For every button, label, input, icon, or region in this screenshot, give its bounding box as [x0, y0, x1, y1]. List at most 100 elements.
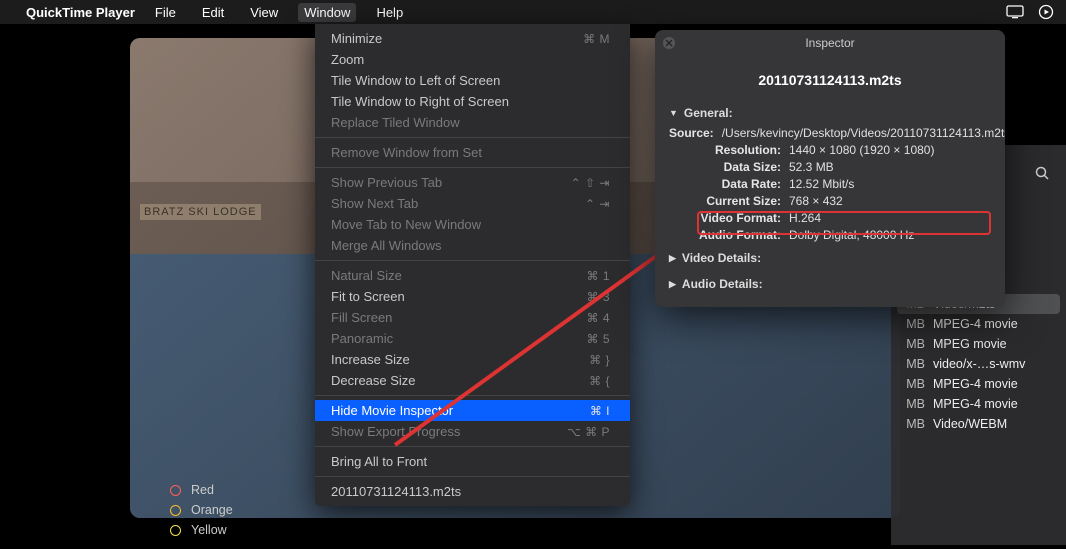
- file-kind: MPEG-4 movie: [933, 317, 1054, 331]
- menu-item-label: Merge All Windows: [331, 238, 442, 253]
- file-kind: MPEG-4 movie: [933, 377, 1054, 391]
- inspector-value: 12.52 Mbit/s: [789, 177, 991, 191]
- general-heading: General:: [684, 106, 733, 120]
- menu-item: Fill Screen ⌘ 4: [315, 307, 630, 328]
- menu-item: Panoramic⌘ 5: [315, 328, 630, 349]
- menu-item: Replace Tiled Window: [315, 112, 630, 133]
- menu-item-label: 20110731124113.m2ts: [331, 484, 461, 499]
- finder-row[interactable]: MB Video/WEBM: [891, 414, 1066, 434]
- menu-item[interactable]: 20110731124113.m2ts: [315, 481, 630, 502]
- menu-item-shortcut: ⌘ 5: [586, 332, 610, 346]
- menu-item: Show Next Tab⌃ ⇥: [315, 193, 630, 214]
- file-kind: Video/WEBM: [933, 417, 1054, 431]
- file-kind: MPEG-4 movie: [933, 397, 1054, 411]
- menu-item[interactable]: Zoom: [315, 49, 630, 70]
- inspector-value: Dolby Digital, 48000 Hz: [789, 228, 991, 242]
- menu-item-label: Minimize: [331, 31, 382, 46]
- file-size: MB: [897, 397, 925, 411]
- inspector-value: H.264: [789, 211, 991, 225]
- window-menu-dropdown: Minimize ⌘ M Zoom Tile Window to Left of Sc…: [315, 24, 630, 506]
- menu-item[interactable]: Tile Window to Right of Screen: [315, 91, 630, 112]
- menu-item: Move Tab to New Window: [315, 214, 630, 235]
- file-kind: MPEG movie: [933, 337, 1054, 351]
- menu-item-label: Increase Size: [331, 352, 410, 367]
- video-details-disclosure[interactable]: ▶ Video Details:: [669, 247, 991, 269]
- inspector-key: Source:: [669, 126, 722, 140]
- menu-item[interactable]: Bring All to Front: [315, 451, 630, 472]
- menu-item[interactable]: Hide Movie Inspector⌘ I: [315, 400, 630, 421]
- finder-row[interactable]: MB MPEG movie: [891, 334, 1066, 354]
- menu-item-label: Hide Movie Inspector: [331, 403, 453, 418]
- inspector-key: Current Size:: [669, 194, 789, 208]
- finder-row[interactable]: MB video/x-…s-wmv: [891, 354, 1066, 374]
- menu-view[interactable]: View: [244, 3, 284, 22]
- menu-item[interactable]: Tile Window to Left of Screen: [315, 70, 630, 91]
- tag-label: Yellow: [191, 523, 227, 537]
- menu-item-shortcut: ⌘ 3: [586, 290, 610, 304]
- file-size: MB: [897, 417, 925, 431]
- audio-details-disclosure[interactable]: ▶ Audio Details:: [669, 273, 991, 295]
- video-scene-label: BRATZ SKI LODGE: [140, 204, 261, 220]
- menu-window[interactable]: Window: [298, 3, 356, 22]
- finder-row[interactable]: MB MPEG-4 movie: [891, 314, 1066, 334]
- general-disclosure[interactable]: ▼ General:: [669, 102, 991, 124]
- menubar: QuickTime Player File Edit View Window H…: [0, 0, 1066, 24]
- menu-help[interactable]: Help: [370, 3, 409, 22]
- finder-row[interactable]: MBMPEG-4 movie: [891, 374, 1066, 394]
- menu-item[interactable]: Minimize ⌘ M: [315, 28, 630, 49]
- inspector-key: Audio Format:: [669, 228, 789, 242]
- inspector-kv-row: Resolution:1440 × 1080 (1920 × 1080): [669, 141, 991, 158]
- menu-item: Show Previous Tab⌃ ⇧ ⇥: [315, 172, 630, 193]
- inspector-value: 768 × 432: [789, 194, 991, 208]
- inspector-key: Data Rate:: [669, 177, 789, 191]
- menu-file[interactable]: File: [149, 3, 182, 22]
- file-size: MB: [897, 357, 925, 371]
- menu-item-label: Tile Window to Left of Screen: [331, 73, 500, 88]
- menu-separator: [315, 137, 630, 138]
- inspector-titlebar[interactable]: Inspector: [655, 30, 1005, 56]
- display-icon[interactable]: [1006, 5, 1024, 19]
- menu-item-label: Show Next Tab: [331, 196, 418, 211]
- file-size: MB: [897, 337, 925, 351]
- menu-item-label: Fit to Screen: [331, 289, 405, 304]
- menu-item-shortcut: ⌘ 4: [586, 311, 610, 325]
- inspector-kv-row: Data Rate:12.52 Mbit/s: [669, 175, 991, 192]
- video-details-heading: Video Details:: [682, 251, 761, 265]
- menu-separator: [315, 446, 630, 447]
- menu-separator: [315, 167, 630, 168]
- play-circle-icon[interactable]: [1038, 4, 1054, 20]
- tag-color-icon: [170, 505, 181, 516]
- file-kind: video/x-…s-wmv: [933, 357, 1054, 371]
- chevron-right-icon: ▶: [669, 253, 676, 264]
- inspector-filename: 20110731124113.m2ts: [655, 56, 1005, 102]
- menu-item-label: Remove Window from Set: [331, 145, 482, 160]
- menu-separator: [315, 260, 630, 261]
- menu-item[interactable]: Decrease Size⌘ {: [315, 370, 630, 391]
- inspector-key: Data Size:: [669, 160, 789, 174]
- menu-item-label: Tile Window to Right of Screen: [331, 94, 509, 109]
- inspector-key: Resolution:: [669, 143, 789, 157]
- inspector-audio-details-section: ▶ Audio Details:: [655, 273, 1005, 307]
- tag-label: Orange: [191, 503, 233, 517]
- tag-item[interactable]: Orange: [160, 500, 300, 520]
- tag-item[interactable]: Red: [160, 480, 300, 500]
- menu-edit[interactable]: Edit: [196, 3, 230, 22]
- close-icon[interactable]: [663, 37, 675, 49]
- inspector-value: /Users/kevincy/Desktop/Videos/2011073112…: [722, 126, 1005, 140]
- menu-item-shortcut: ⌘ M: [583, 32, 610, 46]
- menu-item-label: Zoom: [331, 52, 364, 67]
- menubar-extras: [1006, 4, 1054, 20]
- inspector-kv-row: Video Format:H.264: [669, 209, 991, 226]
- menu-item[interactable]: Increase Size⌘ }: [315, 349, 630, 370]
- file-size: MB: [897, 317, 925, 331]
- finder-row[interactable]: MB MPEG-4 movie: [891, 394, 1066, 414]
- search-icon[interactable]: [1034, 165, 1050, 184]
- chevron-down-icon: ▼: [669, 108, 678, 118]
- menu-item[interactable]: Fit to Screen ⌘ 3: [315, 286, 630, 307]
- app-name[interactable]: QuickTime Player: [26, 5, 135, 20]
- menu-item-label: Fill Screen: [331, 310, 392, 325]
- menu-item: Merge All Windows: [315, 235, 630, 256]
- tag-item[interactable]: Yellow: [160, 520, 300, 540]
- chevron-right-icon: ▶: [669, 279, 676, 290]
- menu-item-shortcut: ⌘ {: [589, 374, 610, 388]
